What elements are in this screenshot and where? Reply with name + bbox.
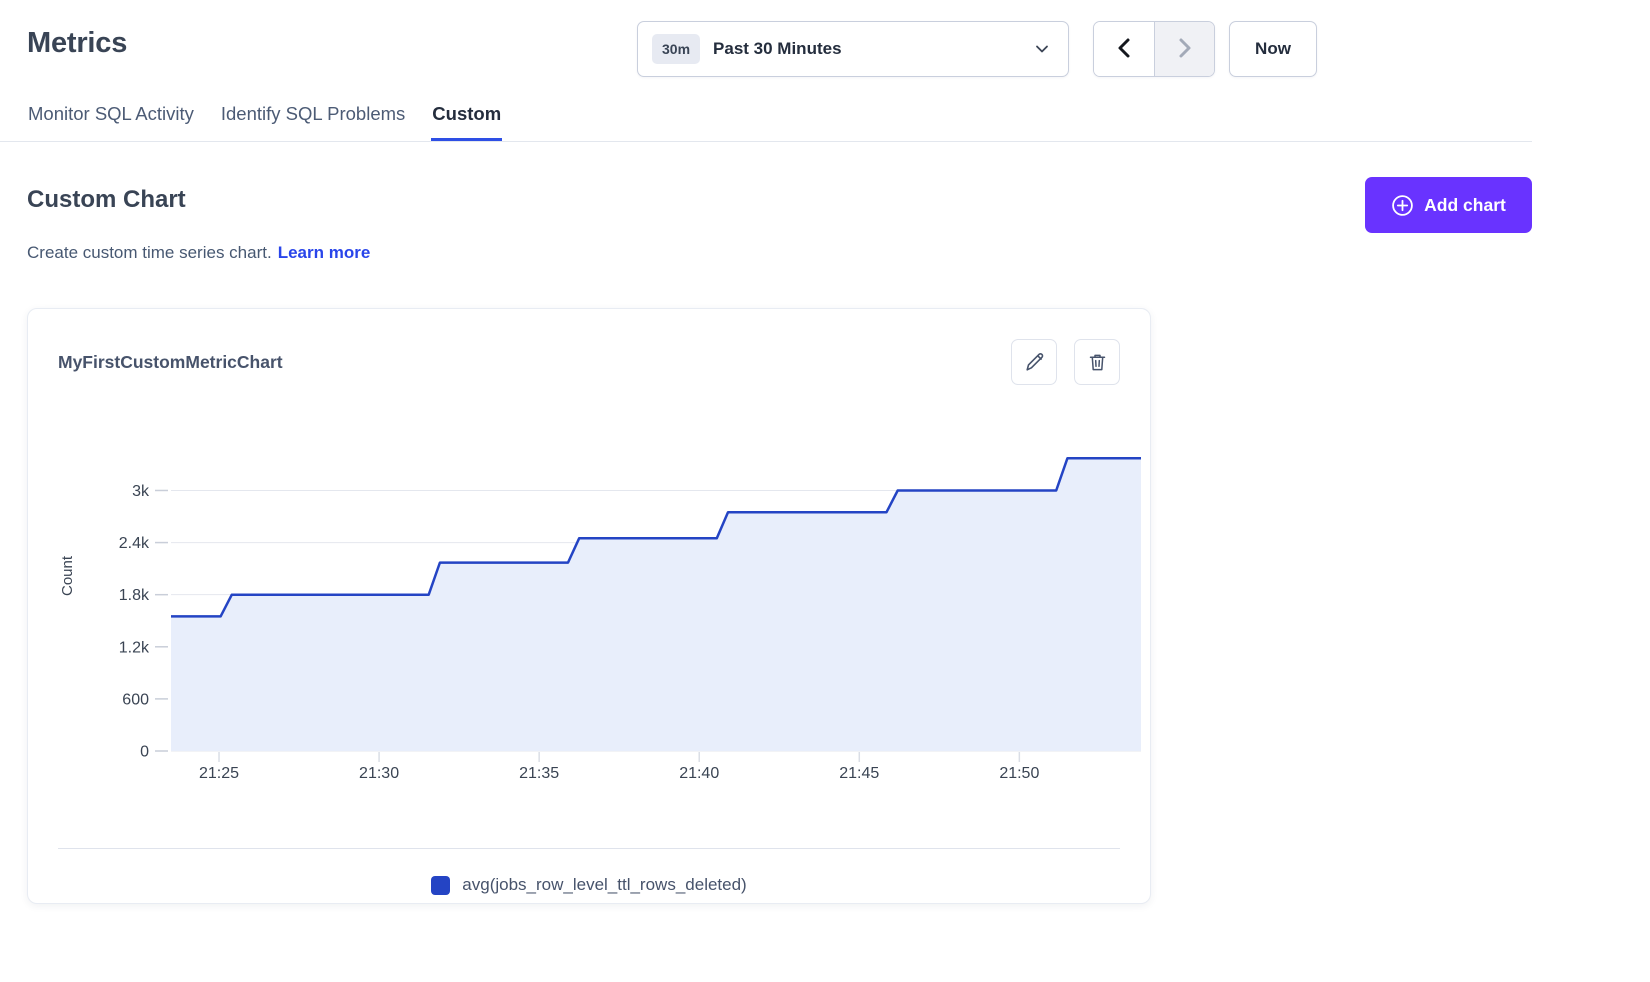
y-axis-title: Count bbox=[59, 555, 76, 596]
chevron-left-icon bbox=[1115, 37, 1133, 62]
legend-swatch bbox=[431, 876, 450, 895]
x-tick-label: 21:25 bbox=[199, 765, 239, 782]
time-range-dropdown[interactable]: 30m Past 30 Minutes bbox=[637, 21, 1069, 77]
page-title: Metrics bbox=[27, 27, 127, 60]
series-area bbox=[171, 458, 1141, 751]
delete-chart-button[interactable] bbox=[1074, 339, 1120, 385]
tab-custom[interactable]: Custom bbox=[431, 101, 502, 141]
chart-card-header: MyFirstCustomMetricChart bbox=[28, 309, 1150, 385]
add-chart-button[interactable]: Add chart bbox=[1365, 177, 1532, 233]
tab-identify-sql-problems[interactable]: Identify SQL Problems bbox=[220, 101, 406, 141]
section-title: Custom Chart bbox=[27, 186, 186, 214]
section-description-text: Create custom time series chart. bbox=[27, 243, 272, 262]
time-range-badge: 30m bbox=[652, 34, 700, 64]
trash-icon bbox=[1087, 352, 1108, 373]
x-tick-label: 21:45 bbox=[839, 765, 879, 782]
y-tick-label: 0 bbox=[140, 744, 149, 761]
y-tick-label: 3k bbox=[132, 483, 150, 500]
tab-monitor-sql-activity[interactable]: Monitor SQL Activity bbox=[27, 101, 195, 141]
y-tick-label: 1.8k bbox=[119, 587, 150, 604]
time-controls: 30m Past 30 Minutes Now bbox=[637, 21, 1317, 77]
y-tick-label: 1.2k bbox=[119, 639, 150, 656]
y-tick-label: 600 bbox=[122, 691, 149, 708]
now-button[interactable]: Now bbox=[1229, 21, 1317, 77]
tabs: Monitor SQL Activity Identify SQL Proble… bbox=[0, 101, 1532, 142]
learn-more-link[interactable]: Learn more bbox=[278, 243, 371, 262]
plus-circle-icon bbox=[1391, 194, 1414, 217]
chart-legend: avg(jobs_row_level_ttl_rows_deleted) bbox=[28, 875, 1150, 895]
x-tick-label: 21:35 bbox=[519, 765, 559, 782]
custom-chart-card: MyFirstCustomMetricChart 0 600 1.2k 1.8k 2.4… bbox=[27, 308, 1151, 904]
add-chart-label: Add chart bbox=[1424, 195, 1506, 216]
custom-chart-plot: 0 600 1.2k 1.8k 2.4k 3k 21:25 21:30 21:35 21:40 21… bbox=[58, 421, 1148, 783]
next-range-button[interactable] bbox=[1154, 22, 1214, 76]
chevron-down-icon bbox=[1034, 41, 1050, 57]
time-range-label: Past 30 Minutes bbox=[713, 39, 842, 59]
chevron-right-icon bbox=[1176, 37, 1194, 62]
time-pager bbox=[1093, 21, 1215, 77]
x-tick-label: 21:40 bbox=[679, 765, 719, 782]
x-tick-label: 21:50 bbox=[999, 765, 1039, 782]
previous-range-button[interactable] bbox=[1094, 22, 1154, 76]
edit-chart-button[interactable] bbox=[1011, 339, 1057, 385]
y-tick-label: 2.4k bbox=[119, 535, 150, 552]
legend-label: avg(jobs_row_level_ttl_rows_deleted) bbox=[462, 875, 746, 895]
chart-title: MyFirstCustomMetricChart bbox=[58, 352, 283, 373]
chart-actions bbox=[1011, 339, 1120, 385]
pencil-icon bbox=[1024, 352, 1045, 373]
x-tick-label: 21:30 bbox=[359, 765, 399, 782]
section-description: Create custom time series chart. Learn mo… bbox=[27, 243, 370, 263]
legend-divider bbox=[58, 848, 1120, 849]
